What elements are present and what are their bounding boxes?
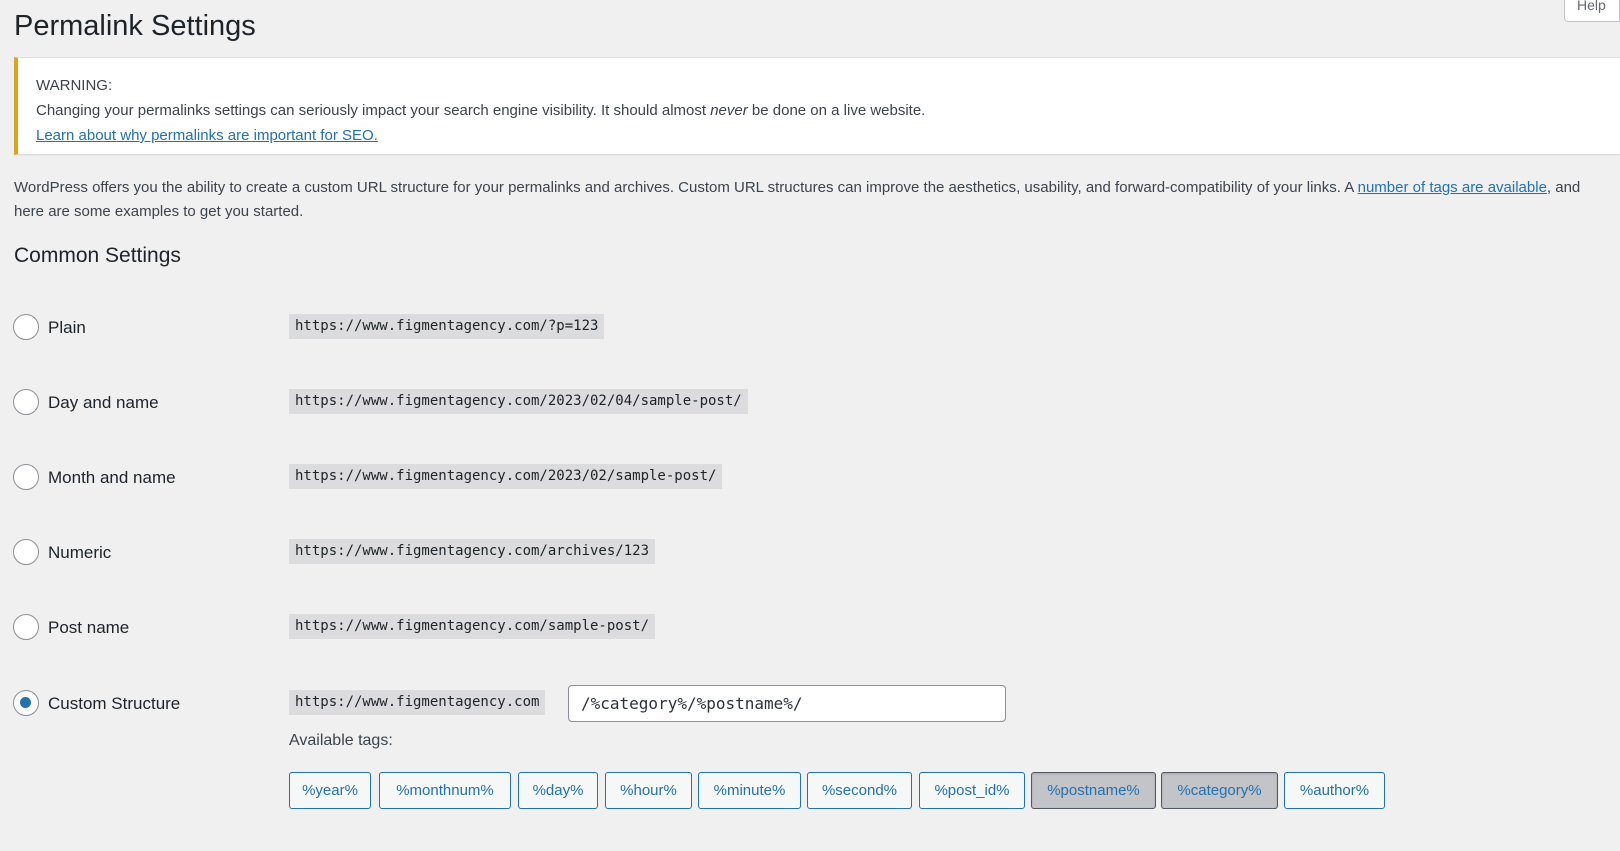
option-numeric[interactable]: Numeric https://www.figmentagency.com/ar… [13,537,1013,567]
option-month-and-name[interactable]: Month and name https://www.figmentagency… [13,462,1013,492]
radio-post-name[interactable] [13,614,39,640]
intro-text-before: WordPress offers you the ability to crea… [14,179,1358,196]
radio-custom-structure[interactable] [13,690,39,716]
example-url: https://www.figmentagency.com/2023/02/sa… [289,464,723,489]
permalink-settings-page: Help Permalink Settings WARNING: Changin… [0,0,1620,851]
option-plain[interactable]: Plain https://www.figmentagency.com/?p=1… [13,312,1013,342]
custom-structure-input[interactable]: /%category%/%postname%/ [568,685,1006,722]
tag-day-button[interactable]: %day% [518,772,598,809]
example-url: https://www.figmentagency.com/archives/1… [289,539,656,564]
example-url: https://www.figmentagency.com/2023/02/04… [289,389,748,414]
seo-learn-more-link[interactable]: Learn about why permalinks are important… [36,127,378,144]
tag-year-button[interactable]: %year% [289,772,371,809]
available-tags-label: Available tags: [289,732,393,749]
option-label[interactable]: Custom Structure [48,694,180,714]
radio-plain[interactable] [13,314,39,340]
option-label[interactable]: Post name [48,618,129,638]
custom-base-url: https://www.figmentagency.com [289,690,546,715]
option-label[interactable]: Numeric [48,543,111,563]
notice-heading: WARNING: [36,77,113,94]
example-url: https://www.figmentagency.com/?p=123 [289,314,605,339]
warning-notice: WARNING: Changing your permalinks settin… [14,57,1620,155]
notice-text-before: Changing your permalinks settings can se… [36,102,711,119]
option-label[interactable]: Plain [48,318,86,338]
tag-minute-button[interactable]: %minute% [698,772,801,809]
tag-author-button[interactable]: %author% [1284,772,1385,809]
option-label[interactable]: Month and name [48,468,176,488]
tag-post-id-button[interactable]: %post_id% [919,772,1025,809]
tag-monthnum-button[interactable]: %monthnum% [379,772,511,809]
radio-numeric[interactable] [13,539,39,565]
option-post-name[interactable]: Post name https://www.figmentagency.com/… [13,612,1013,642]
tag-category-button[interactable]: %category% [1161,772,1278,809]
notice-text-after: be done on a live website. [747,102,926,119]
option-label[interactable]: Day and name [48,393,159,413]
intro-paragraph: WordPress offers you the ability to crea… [14,176,1604,224]
option-day-and-name[interactable]: Day and name https://www.figmentagency.c… [13,387,1013,417]
common-settings-heading: Common Settings [14,244,181,267]
radio-month-and-name[interactable] [13,464,39,490]
available-tags-link[interactable]: number of tags are available [1358,179,1547,196]
radio-day-and-name[interactable] [13,389,39,415]
tag-postname-button[interactable]: %postname% [1031,772,1156,809]
tag-hour-button[interactable]: %hour% [605,772,692,809]
page-title: Permalink Settings [14,10,256,42]
help-tab-button[interactable]: Help [1564,0,1620,22]
example-url: https://www.figmentagency.com/sample-pos… [289,614,656,639]
tag-second-button[interactable]: %second% [807,772,912,809]
notice-emphasis: never [710,102,748,119]
